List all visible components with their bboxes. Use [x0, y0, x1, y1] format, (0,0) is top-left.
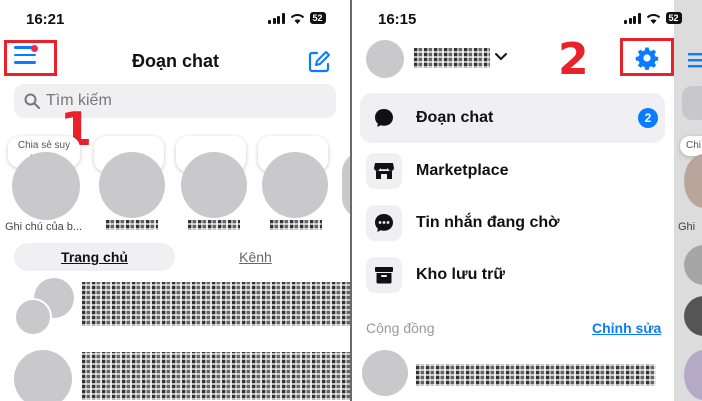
own-note-avatar[interactable] — [12, 152, 80, 220]
archive-box-icon — [366, 257, 402, 293]
menu-item-label: Kho lưu trữ — [416, 266, 505, 283]
signal-icon — [268, 12, 285, 24]
unread-badge: 2 — [638, 108, 658, 128]
story-label-peek: Ghi — [678, 221, 696, 233]
community-name-redacted — [416, 364, 656, 386]
battery-indicator: 52 — [665, 12, 682, 24]
menu-icon-peek — [688, 53, 702, 68]
contact-name-redacted — [270, 220, 322, 230]
contact-name-redacted — [188, 220, 240, 230]
chevron-down-icon — [495, 53, 507, 61]
chat-tabs: Trang chủ Kênh — [14, 243, 336, 271]
chat-bubble-icon — [366, 100, 402, 136]
compose-icon[interactable] — [307, 50, 331, 74]
status-time: 16:15 — [378, 11, 417, 28]
contact-avatar-partial[interactable] — [342, 152, 350, 218]
menu-item-archive[interactable]: Kho lưu trữ — [366, 255, 505, 295]
chats-screen: 16:21 52 Đoạn chat Tìm kiếm 1 Chia sẻ su… — [0, 0, 350, 401]
side-menu-screen: Chi Ghi 16:15 52 2 Đoạn chat 2 Marketpla… — [352, 0, 702, 401]
communities-section-title: Cộng đồng — [366, 320, 435, 336]
chat-preview-redacted — [82, 282, 350, 326]
status-icons: 52 — [624, 12, 682, 24]
highlight-box-settings — [620, 38, 674, 76]
group-avatar — [14, 298, 52, 336]
own-note-label: Ghi chú của b... — [5, 221, 83, 233]
wifi-icon — [290, 13, 304, 24]
edit-communities-link[interactable]: Chỉnh sửa — [592, 320, 661, 336]
profile-avatar — [366, 40, 404, 78]
highlight-box-menu — [4, 40, 57, 76]
status-time: 16:21 — [26, 11, 65, 28]
menu-item-message-requests[interactable]: Tin nhắn đang chờ — [366, 203, 560, 243]
dimmed-background-peek: Chi Ghi — [674, 0, 702, 401]
contact-avatar[interactable] — [99, 152, 165, 218]
signal-icon — [624, 12, 641, 24]
contact-avatar[interactable] — [262, 152, 328, 218]
menu-item-label: Tin nhắn đang chờ — [416, 214, 560, 231]
page-title: Đoạn chat — [132, 51, 220, 71]
search-icon — [24, 93, 40, 109]
search-peek — [682, 86, 702, 120]
story-note-peek: Chi — [680, 136, 702, 156]
status-icons: 52 — [268, 12, 326, 24]
tab-channels[interactable]: Kênh — [175, 243, 336, 271]
avatar-peek — [684, 350, 702, 400]
step-number-2: 2 — [558, 34, 589, 85]
side-menu: 16:15 52 2 Đoạn chat 2 Marketplace Tin n… — [352, 0, 682, 401]
menu-item-label: Marketplace — [416, 162, 509, 179]
store-icon — [366, 153, 402, 189]
menu-item-marketplace[interactable]: Marketplace — [366, 151, 509, 191]
profile-name-redacted — [414, 48, 490, 68]
menu-item-chats[interactable]: Đoạn chat — [366, 98, 493, 138]
chat-preview-redacted — [82, 352, 350, 400]
contact-avatar[interactable] — [181, 152, 247, 218]
community-avatar — [362, 350, 408, 396]
avatar-peek — [684, 245, 702, 285]
tab-home[interactable]: Trang chủ — [14, 243, 175, 271]
avatar-peek — [684, 154, 702, 208]
menu-item-label: Đoạn chat — [416, 109, 494, 126]
chat-avatar — [14, 350, 72, 401]
battery-indicator: 52 — [309, 12, 326, 24]
pending-message-icon — [366, 205, 402, 241]
contact-name-redacted — [106, 220, 158, 230]
wifi-icon — [646, 13, 660, 24]
avatar-peek — [684, 296, 702, 336]
